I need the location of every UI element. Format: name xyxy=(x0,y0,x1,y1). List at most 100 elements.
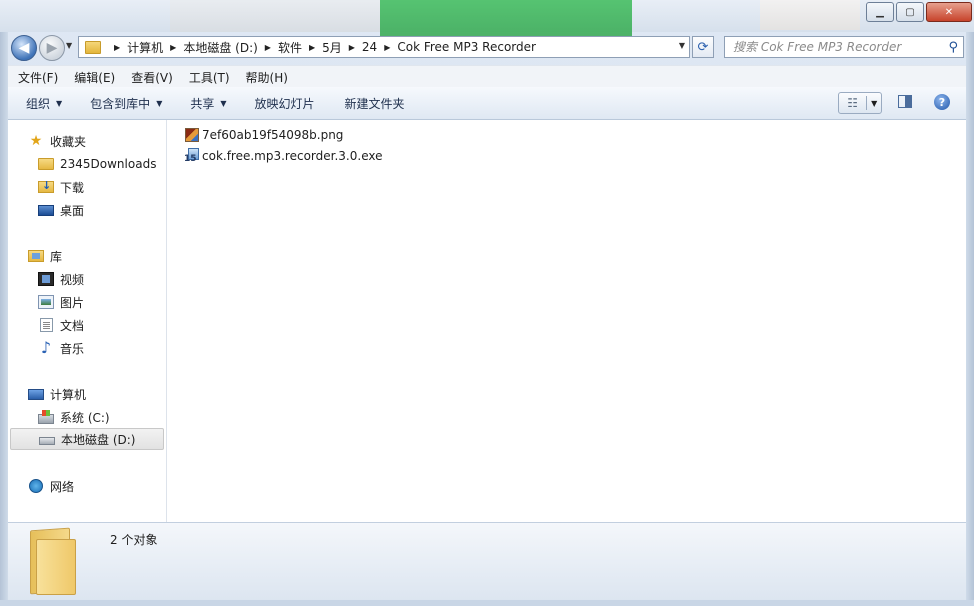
nav-network[interactable]: 网络 xyxy=(28,475,186,497)
breadcrumb-24[interactable]: 24 xyxy=(362,40,377,54)
file-name: 7ef60ab19f54098b.png xyxy=(202,128,344,142)
background-window-fragment xyxy=(170,0,380,32)
folder-front-shape xyxy=(36,539,76,595)
change-view-button[interactable]: ☷ ▼ xyxy=(838,92,882,114)
desktop-icon xyxy=(38,204,54,216)
chevron-down-icon: ▼ xyxy=(220,98,227,108)
nav-item-label: 本地磁盘 (D:) xyxy=(61,432,136,447)
details-pane: 2 个对象 xyxy=(8,522,966,601)
help-icon[interactable]: ? xyxy=(934,94,950,110)
nav-item-label: 图片 xyxy=(60,295,85,310)
nav-favorites[interactable]: ★ 收藏夹 xyxy=(28,130,186,152)
breadcrumb-computer[interactable]: 计算机 xyxy=(127,39,163,56)
nav-item-label: 系统 (C:) xyxy=(60,410,110,425)
new-folder-button[interactable]: 新建文件夹 xyxy=(335,95,415,112)
breadcrumb-separator-icon[interactable]: ▶ xyxy=(265,43,271,52)
search-input[interactable] xyxy=(731,39,935,55)
minimize-button[interactable]: ▁ xyxy=(866,2,894,22)
nav-network-label: 网络 xyxy=(50,479,75,494)
exe-installer-icon xyxy=(184,148,199,164)
breadcrumb-software[interactable]: 软件 xyxy=(278,39,302,56)
nav-libraries-label: 库 xyxy=(50,249,63,264)
breadcrumb-separator-icon[interactable]: ▶ xyxy=(349,43,355,52)
maximize-button[interactable]: ▢ xyxy=(896,2,924,22)
window-left-border xyxy=(0,0,8,606)
slideshow-button[interactable]: 放映幻灯片 xyxy=(245,95,325,112)
file-name: cok.free.mp3.recorder.3.0.exe xyxy=(202,149,383,163)
include-in-library-button[interactable]: 包含到库中 ▼ xyxy=(80,95,172,112)
nav-computer[interactable]: 计算机 xyxy=(28,383,186,405)
nav-computer-label: 计算机 xyxy=(50,387,87,402)
search-box[interactable]: ⚲ xyxy=(724,36,964,58)
nav-libraries[interactable]: 库 xyxy=(28,245,186,267)
menu-help[interactable]: 帮助(H) xyxy=(246,69,288,86)
navigation-pane: ★ 收藏夹 2345Downloads 下载 桌面 库 视频 图片 xyxy=(8,120,167,522)
forward-button[interactable]: ▶ xyxy=(39,35,65,61)
refresh-button[interactable]: ⟳ xyxy=(692,36,714,58)
caption-buttons: ▁ ▢ ✕ xyxy=(866,2,972,22)
view-options-icon[interactable]: ☷ xyxy=(839,96,868,110)
window-bottom-border xyxy=(0,600,974,606)
title-bar[interactable]: ▁ ▢ ✕ xyxy=(0,0,974,56)
address-history-dropdown[interactable]: ▼ xyxy=(679,41,685,50)
file-item[interactable]: cok.free.mp3.recorder.3.0.exe xyxy=(184,146,383,166)
preview-pane-icon[interactable] xyxy=(898,95,912,108)
library-icon xyxy=(28,250,44,262)
nav-item-label: 下载 xyxy=(60,180,85,195)
recent-pages-dropdown[interactable]: ▼ xyxy=(66,41,72,50)
nav-favorites-label: 收藏夹 xyxy=(50,134,87,149)
network-globe-icon xyxy=(29,479,43,493)
new-folder-label: 新建文件夹 xyxy=(344,96,405,111)
computer-icon xyxy=(28,388,44,400)
menu-tools[interactable]: 工具(T) xyxy=(189,69,230,86)
menu-view[interactable]: 查看(V) xyxy=(131,69,173,86)
navigation-bar: ◀ ▶ ▼ ▶ 计算机 ▶ 本地磁盘 (D:) ▶ 软件 ▶ 5月 ▶ 24 ▶… xyxy=(0,32,974,62)
pictures-library-icon xyxy=(38,295,54,309)
search-icon[interactable]: ⚲ xyxy=(948,40,958,55)
nav-item-label: 桌面 xyxy=(60,203,85,218)
breadcrumb-separator-icon[interactable]: ▶ xyxy=(170,43,176,52)
menu-bar: 文件(F) 编辑(E) 查看(V) 工具(T) 帮助(H) xyxy=(8,65,966,88)
nav-item-label: 音乐 xyxy=(60,341,85,356)
file-item[interactable]: 7ef60ab19f54098b.png xyxy=(185,125,343,145)
large-folder-icon xyxy=(30,527,76,595)
breadcrumb: ▶ 计算机 ▶ 本地磁盘 (D:) ▶ 软件 ▶ 5月 ▶ 24 ▶ Cok F… xyxy=(107,39,536,56)
breadcrumb-separator-icon[interactable]: ▶ xyxy=(114,43,120,52)
folder-icon xyxy=(85,40,101,54)
item-count: 2 个对象 xyxy=(110,533,158,547)
star-icon: ★ xyxy=(29,133,43,149)
video-library-icon xyxy=(38,272,54,286)
hard-drive-icon xyxy=(39,437,55,445)
breadcrumb-current-folder[interactable]: Cok Free MP3 Recorder xyxy=(397,40,536,54)
breadcrumb-may[interactable]: 5月 xyxy=(322,39,342,56)
window-right-border xyxy=(966,0,974,606)
menu-file[interactable]: 文件(F) xyxy=(18,69,58,86)
close-button[interactable]: ✕ xyxy=(926,2,972,22)
explorer-window: ▁ ▢ ✕ ◀ ▶ ▼ ▶ 计算机 ▶ 本地磁盘 (D:) ▶ 软件 ▶ 5月 … xyxy=(0,0,974,606)
documents-library-icon xyxy=(40,318,53,332)
breadcrumb-drive-d[interactable]: 本地磁盘 (D:) xyxy=(183,39,257,56)
nav-item-label: 2345Downloads xyxy=(60,157,157,171)
share-button[interactable]: 共享 ▼ xyxy=(180,95,236,112)
system-drive-icon xyxy=(38,409,54,424)
slideshow-label: 放映幻灯片 xyxy=(254,96,315,111)
chevron-down-icon: ▼ xyxy=(156,98,163,108)
nav-item-local-disk-d[interactable]: 本地磁盘 (D:) xyxy=(10,428,164,450)
background-window-fragment xyxy=(760,0,860,30)
organize-button[interactable]: 组织 ▼ xyxy=(16,95,72,112)
back-button[interactable]: ◀ xyxy=(11,35,37,61)
music-note-icon: ♪ xyxy=(40,338,52,357)
command-bar: 组织 ▼ 包含到库中 ▼ 共享 ▼ 放映幻灯片 新建文件夹 ☷ ▼ ? xyxy=(8,87,966,120)
organize-label: 组织 xyxy=(26,96,51,111)
address-bar[interactable]: ▶ 计算机 ▶ 本地磁盘 (D:) ▶ 软件 ▶ 5月 ▶ 24 ▶ Cok F… xyxy=(78,36,690,58)
chevron-down-icon[interactable]: ▼ xyxy=(867,99,881,108)
breadcrumb-separator-icon[interactable]: ▶ xyxy=(309,43,315,52)
breadcrumb-separator-icon[interactable]: ▶ xyxy=(384,43,390,52)
nav-item-label: 视频 xyxy=(60,272,85,287)
nav-item-label: 文档 xyxy=(60,318,85,333)
include-library-label: 包含到库中 xyxy=(90,96,151,111)
file-list[interactable]: 7ef60ab19f54098b.png cok.free.mp3.record… xyxy=(167,120,966,522)
chevron-down-icon: ▼ xyxy=(56,98,63,108)
menu-edit[interactable]: 编辑(E) xyxy=(74,69,115,86)
share-label: 共享 xyxy=(190,96,215,111)
